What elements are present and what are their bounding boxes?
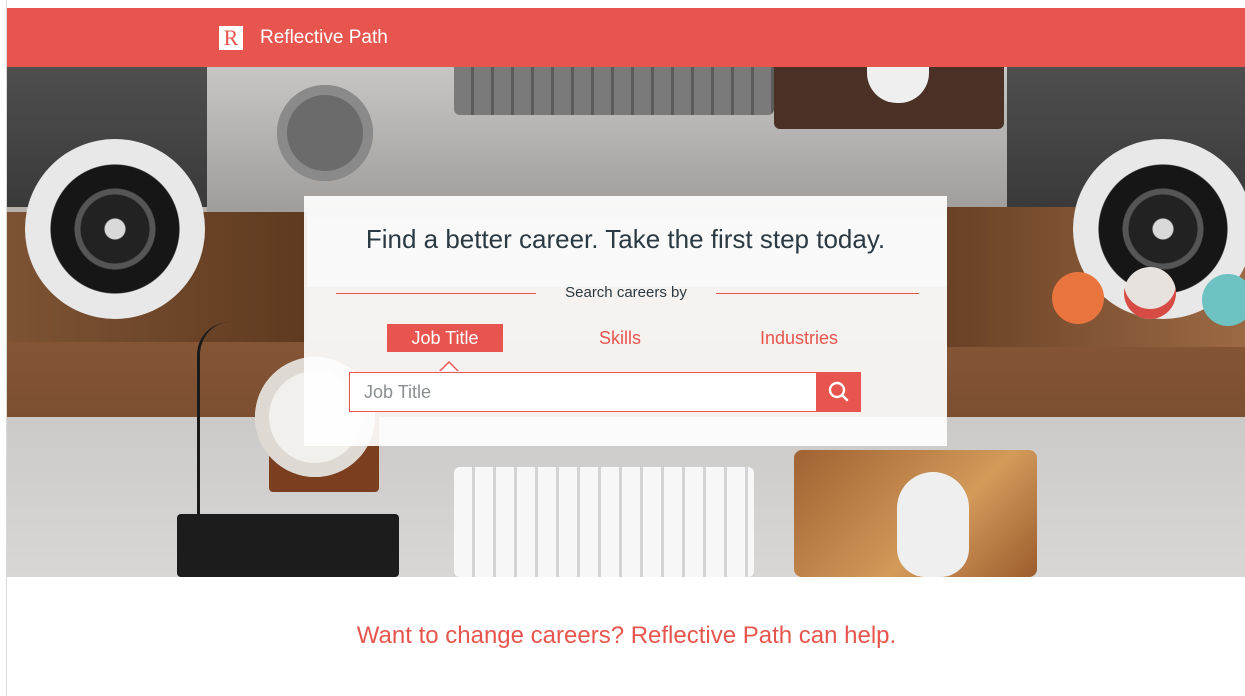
tablet-decoration — [177, 514, 399, 577]
tagline: Want to change careers? Reflective Path … — [356, 622, 897, 649]
active-tab-pointer-inner — [441, 363, 457, 371]
keyboard-bottom-decoration — [454, 467, 754, 577]
keyboard-top-decoration — [454, 67, 774, 115]
tab-skills[interactable]: Skills — [582, 324, 658, 352]
search-by-label: Search careers by — [565, 284, 687, 301]
cable-decoration — [197, 322, 230, 522]
search-icon — [828, 381, 849, 402]
hero-background-image: Find a better career. Take the first ste… — [7, 67, 1245, 577]
divider-left — [336, 293, 536, 294]
toy-orange-decoration — [1052, 272, 1104, 324]
top-header-bar: R Reflective Path — [7, 8, 1245, 67]
search-field-container — [349, 372, 861, 412]
search-card: Find a better career. Take the first ste… — [304, 196, 947, 446]
search-button[interactable] — [816, 372, 861, 412]
toy-teal-decoration — [1202, 274, 1245, 326]
hero-headline: Find a better career. Take the first ste… — [365, 224, 886, 254]
brand-name[interactable]: Reflective Path — [260, 25, 388, 51]
logo-mark[interactable]: R — [219, 26, 243, 50]
mug-decoration — [277, 85, 373, 181]
search-input[interactable] — [350, 373, 816, 411]
divider-right — [716, 293, 919, 294]
toy-white-decoration — [1124, 267, 1176, 319]
tab-industries[interactable]: Industries — [744, 324, 854, 352]
speaker-left-decoration — [25, 139, 205, 319]
mouse-bottom-decoration — [897, 472, 969, 577]
tab-job-title[interactable]: Job Title — [387, 324, 503, 352]
page: R Reflective Path Find a better career. … — [6, 0, 1245, 696]
